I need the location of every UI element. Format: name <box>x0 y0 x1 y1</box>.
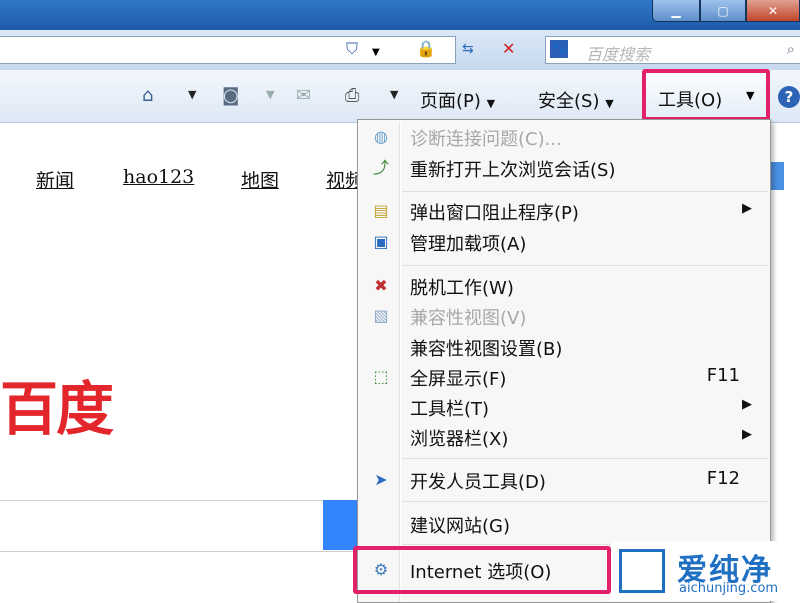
baidu-search-input[interactable] <box>0 500 360 552</box>
compat-icon: ▧ <box>373 306 389 325</box>
mail-icon[interactable]: ✉ <box>296 86 311 106</box>
safety-chevron-icon: ▼ <box>605 97 614 110</box>
maximize-icon: ▢ <box>717 3 729 18</box>
menu-item-label: 重新打开上次浏览会话(S) <box>410 160 616 181</box>
window-controls: ▁ ▢ ✕ <box>652 0 800 22</box>
menu-item-suggested-sites[interactable]: 建议网站(G) <box>358 509 770 539</box>
menu-item-label: 兼容性视图(V) <box>410 308 527 329</box>
menu-item-toolbars[interactable]: 工具栏(T) ▶ <box>358 392 770 422</box>
lock-icon[interactable]: 🔒 <box>416 39 436 59</box>
menu-item-work-offline[interactable]: ✖ 脱机工作(W) <box>358 271 770 301</box>
refresh-icon[interactable]: ⇆ <box>462 39 474 59</box>
page-menu-button[interactable]: 页面(P) ▼ <box>420 87 495 113</box>
compat-shield-icon[interactable]: ⛉ <box>346 39 358 59</box>
tools-menu-label: 工具(O) <box>658 90 723 111</box>
print-icon[interactable]: ⎙ <box>345 86 359 106</box>
menu-item-diagnose[interactable]: ◍ 诊断连接问题(C)... <box>358 122 770 152</box>
menu-item-label: 工具栏(T) <box>410 399 490 420</box>
minimize-icon: ▁ <box>671 3 681 18</box>
tools-menu-button[interactable]: 工具(O) ▼ <box>642 69 770 121</box>
menu-item-label: 管理加载项(A) <box>410 234 527 255</box>
window-titlebar: ▁ ▢ ✕ <box>0 0 800 30</box>
reopen-icon: ⤴ <box>372 158 389 177</box>
baidu-logo: 百度 <box>0 375 114 443</box>
menu-separator <box>402 501 768 502</box>
menu-item-label: 浏览器栏(X) <box>410 429 509 450</box>
menu-item-label: 弹出窗口阻止程序(P) <box>410 203 579 224</box>
submenu-arrow-icon: ▶ <box>742 201 752 216</box>
address-bar-row: ⛉ ▼ 🔒 ⇆ ✕ 🐾 百度搜索 ⌕ <box>0 30 800 71</box>
baidu-search-button[interactable] <box>323 500 360 550</box>
print-dropdown-icon[interactable]: ▼ <box>390 88 398 101</box>
menu-item-popup-blocker[interactable]: ▤ 弹出窗口阻止程序(P) ▶ <box>358 196 770 226</box>
watermark-url: aichunjing.com <box>679 581 779 596</box>
page-menu-label: 页面(P) <box>420 91 481 112</box>
close-window-button[interactable]: ✕ <box>746 0 800 22</box>
menu-item-label: 开发人员工具(D) <box>410 472 546 493</box>
safety-menu-button[interactable]: 安全(S) ▼ <box>538 87 614 113</box>
menu-item-label: 脱机工作(W) <box>410 278 514 299</box>
help-button[interactable]: ? <box>778 86 800 108</box>
addons-icon: ▣ <box>373 232 389 251</box>
page-chevron-icon: ▼ <box>486 97 496 110</box>
menu-item-developer-tools[interactable]: ➤ 开发人员工具(D) F12 <box>358 465 770 495</box>
nav-link-hao123[interactable]: hao123 <box>123 166 194 188</box>
tools-chevron-icon: ▼ <box>746 89 755 102</box>
menu-item-shortcut: F11 <box>706 365 740 386</box>
menu-item-reopen-session[interactable]: ⤴ 重新打开上次浏览会话(S) <box>358 153 770 183</box>
internet-options-highlight <box>353 546 611 594</box>
close-icon: ✕ <box>767 3 779 18</box>
menu-item-label: 全屏显示(F) <box>410 369 507 390</box>
tools-dropdown-menu: ◍ 诊断连接问题(C)... ⤴ 重新打开上次浏览会话(S) ▤ 弹出窗口阻止程… <box>357 119 771 603</box>
stop-icon[interactable]: ✕ <box>502 39 515 59</box>
offline-icon: ✖ <box>374 276 388 295</box>
popup-icon: ▤ <box>373 201 389 220</box>
fullscreen-icon: ⬚ <box>373 367 389 386</box>
submenu-arrow-icon: ▶ <box>742 427 752 442</box>
nav-link-news[interactable]: 新闻 <box>36 166 74 193</box>
address-input[interactable] <box>0 36 456 64</box>
minimize-button[interactable]: ▁ <box>652 0 700 22</box>
baidu-search-icon: 🐾 <box>550 40 568 58</box>
menu-item-fullscreen[interactable]: ⬚ 全屏显示(F) F11 <box>358 362 770 392</box>
menu-item-shortcut: F12 <box>706 468 740 489</box>
watermark-logo-icon <box>619 549 665 593</box>
maximize-button[interactable]: ▢ <box>700 0 746 22</box>
nav-link-map[interactable]: 地图 <box>241 166 279 193</box>
menu-item-compat-view[interactable]: ▧ 兼容性视图(V) <box>358 301 770 331</box>
home-dropdown-icon[interactable]: ▼ <box>188 88 196 101</box>
submenu-arrow-icon: ▶ <box>742 397 752 412</box>
menu-separator <box>402 265 768 266</box>
watermark: 爱纯净 aichunjing.com <box>611 541 800 601</box>
safety-menu-label: 安全(S) <box>538 91 600 112</box>
search-box[interactable]: 🐾 百度搜索 ⌕ <box>545 36 800 64</box>
search-icon[interactable]: ⌕ <box>787 40 795 58</box>
search-placeholder: 百度搜索 <box>586 45 651 64</box>
home-icon[interactable]: ⌂ <box>142 86 153 106</box>
menu-item-label: 兼容性视图设置(B) <box>410 339 563 360</box>
menu-item-label: 建议网站(G) <box>410 516 510 537</box>
menu-separator <box>402 191 768 192</box>
chevron-down-icon[interactable]: ▼ <box>372 43 380 63</box>
feeds-dropdown-icon[interactable]: ▼ <box>266 88 274 101</box>
menu-item-compat-settings[interactable]: 兼容性视图设置(B) <box>358 332 770 362</box>
globe-icon: ◍ <box>374 127 388 146</box>
menu-item-manage-addons[interactable]: ▣ 管理加载项(A) <box>358 227 770 257</box>
menu-item-label: 诊断连接问题(C)... <box>410 129 562 150</box>
feeds-icon[interactable]: ◙ <box>222 86 239 106</box>
devtools-icon: ➤ <box>374 470 388 489</box>
menu-separator <box>402 458 768 459</box>
menu-item-explorer-bars[interactable]: 浏览器栏(X) ▶ <box>358 422 770 452</box>
